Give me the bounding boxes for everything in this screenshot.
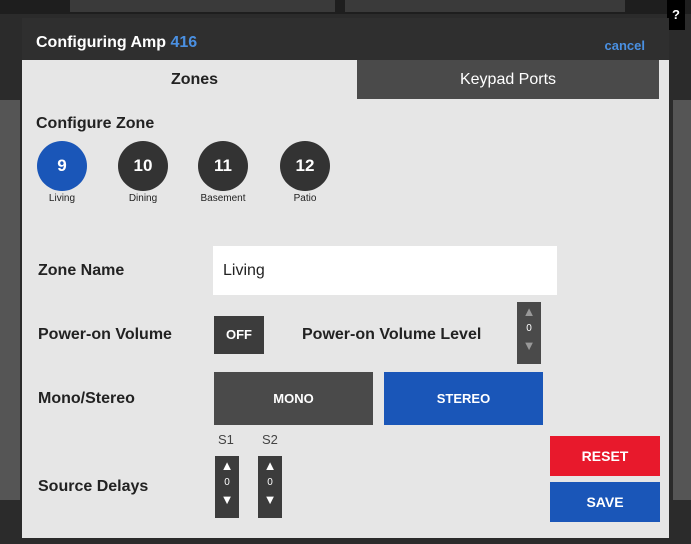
increment-icon[interactable]: ▲ bbox=[517, 302, 541, 322]
power-on-volume-label: Power-on Volume bbox=[38, 326, 172, 343]
power-on-volume-level-label: Power-on Volume Level bbox=[302, 326, 482, 343]
tab-keypad-ports[interactable]: Keypad Ports bbox=[357, 60, 659, 99]
tab-zones[interactable]: Zones bbox=[32, 60, 357, 99]
dialog-title: Configuring Amp 416 bbox=[36, 34, 197, 52]
decrement-icon[interactable]: ▼ bbox=[517, 336, 541, 356]
power-on-volume-toggle[interactable]: OFF bbox=[214, 316, 264, 354]
decrement-icon[interactable]: ▼ bbox=[258, 490, 282, 510]
zone-label: Living bbox=[48, 193, 76, 204]
decrement-icon[interactable]: ▼ bbox=[215, 490, 239, 510]
configure-amp-dialog: Configuring Amp 416 cancel Zones Keypad … bbox=[22, 18, 669, 538]
zone-name-input[interactable] bbox=[213, 246, 557, 295]
save-button[interactable]: SAVE bbox=[550, 482, 660, 522]
stereo-button[interactable]: STEREO bbox=[384, 372, 543, 425]
increment-icon[interactable]: ▲ bbox=[215, 456, 239, 476]
zone-11[interactable]: 11 Basement bbox=[193, 141, 253, 204]
zone-label: Dining bbox=[128, 193, 158, 204]
volume-level-stepper[interactable]: ▲ 0 ▼ bbox=[517, 302, 541, 364]
zone-number[interactable]: 10 bbox=[118, 141, 168, 191]
mono-button[interactable]: MONO bbox=[214, 372, 373, 425]
zone-label: Basement bbox=[200, 193, 246, 204]
source-delay-s2-value: 0 bbox=[267, 477, 273, 488]
mono-stereo-label: Mono/Stereo bbox=[38, 390, 135, 407]
source-delay-stepper-s1[interactable]: ▲ 0 ▼ bbox=[215, 456, 239, 518]
zone-label: Patio bbox=[293, 193, 317, 204]
zone-number[interactable]: 9 bbox=[37, 141, 87, 191]
source-s2-label: S2 bbox=[262, 432, 278, 447]
zone-number[interactable]: 11 bbox=[198, 141, 248, 191]
dialog-title-prefix: Configuring Amp bbox=[36, 34, 167, 51]
source-delay-s1-value: 0 bbox=[224, 477, 230, 488]
zone-12[interactable]: 12 Patio bbox=[275, 141, 335, 204]
source-s1-label: S1 bbox=[218, 432, 234, 447]
zone-10[interactable]: 10 Dining bbox=[113, 141, 173, 204]
zone-9[interactable]: 9 Living bbox=[32, 141, 92, 204]
configure-zone-title: Configure Zone bbox=[36, 115, 155, 132]
background-edge-right bbox=[673, 100, 691, 500]
source-delays-label: Source Delays bbox=[38, 478, 149, 495]
increment-icon[interactable]: ▲ bbox=[258, 456, 282, 476]
background-edge-left bbox=[0, 100, 20, 500]
source-delay-stepper-s2[interactable]: ▲ 0 ▼ bbox=[258, 456, 282, 518]
dialog-header: Configuring Amp 416 cancel bbox=[22, 18, 669, 60]
amp-number: 416 bbox=[170, 34, 198, 51]
volume-level-value: 0 bbox=[526, 323, 532, 334]
background-tab-right bbox=[345, 0, 625, 12]
background-tab-left bbox=[70, 0, 335, 12]
zone-number[interactable]: 12 bbox=[280, 141, 330, 191]
cancel-link[interactable]: cancel bbox=[605, 38, 645, 53]
reset-button[interactable]: RESET bbox=[550, 436, 660, 476]
help-button[interactable]: ? bbox=[667, 0, 685, 30]
zone-name-label: Zone Name bbox=[38, 262, 125, 279]
